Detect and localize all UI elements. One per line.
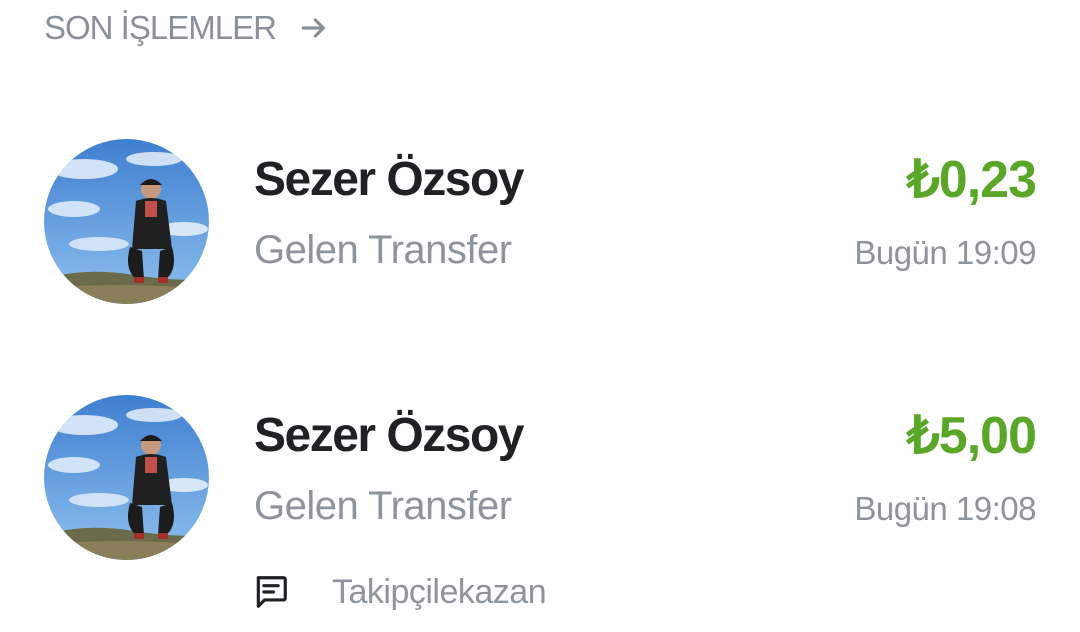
- transaction-note: Takipçilekazan: [252, 570, 547, 614]
- note-text: Takipçilekazan: [332, 572, 547, 611]
- transaction-amount: ₺5,00: [906, 407, 1037, 465]
- transaction-type: Gelen Transfer: [254, 228, 512, 272]
- transaction-type: Gelen Transfer: [254, 484, 512, 528]
- sender-name: Sezer Özsoy: [254, 409, 524, 462]
- avatar: [44, 395, 209, 560]
- message-icon: [256, 576, 287, 608]
- transaction-item[interactable]: Sezer Özsoy Gelen Transfer ₺5,00 Bugün 1…: [0, 0, 1080, 560]
- transaction-time: Bugün 19:08: [854, 490, 1036, 527]
- transaction-time: Bugün 19:09: [854, 234, 1036, 271]
